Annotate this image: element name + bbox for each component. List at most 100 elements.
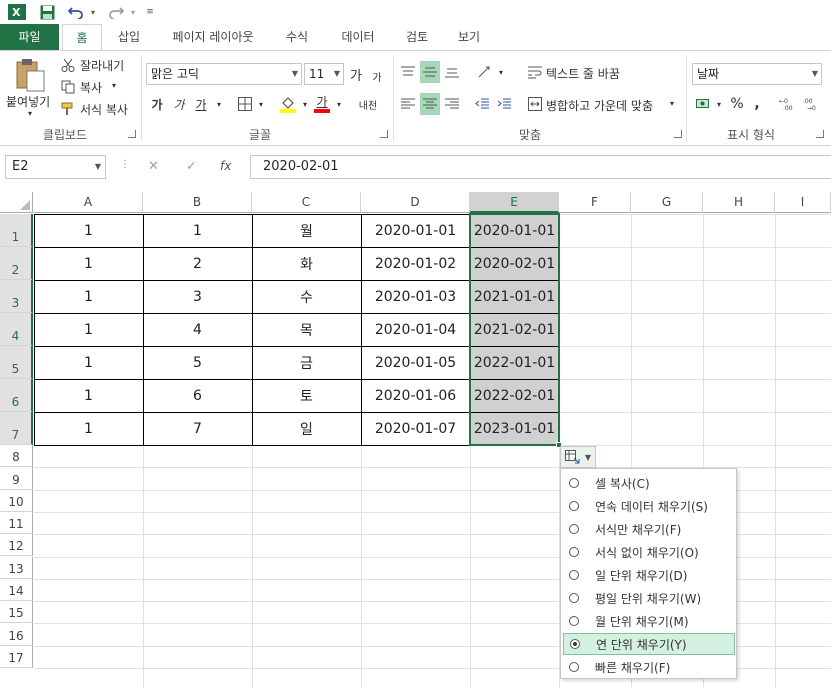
autofill-options-button[interactable]: ▼ (560, 446, 596, 468)
cell-d5[interactable]: 2020-01-05 (361, 346, 470, 379)
cell-b5[interactable]: 5 (143, 346, 252, 379)
cell-b6[interactable]: 6 (143, 379, 252, 412)
save-icon[interactable] (38, 2, 56, 22)
autofill-option[interactable]: 평일 단위 채우기(W) (563, 587, 735, 609)
autofill-option[interactable]: 빠른 채우기(F) (563, 656, 735, 678)
cancel-icon[interactable]: ✕ (148, 159, 159, 174)
column-header-d[interactable]: D (361, 192, 470, 213)
row-header-14[interactable]: 14 (0, 578, 33, 602)
italic-icon[interactable]: 가 (172, 93, 186, 115)
autofill-option[interactable]: 셀 복사(C) (563, 472, 735, 494)
cell-b7[interactable]: 7 (143, 412, 252, 445)
fill-color-icon[interactable] (278, 93, 298, 115)
accounting-dropdown-icon[interactable]: ▾ (714, 95, 724, 113)
autofill-option[interactable]: 서식 없이 채우기(O) (563, 541, 735, 563)
row-header-9[interactable]: 9 (0, 467, 33, 490)
paste-dropdown-icon[interactable]: ▾ (28, 109, 32, 118)
format-painter-icon[interactable] (60, 101, 76, 117)
cell-b2[interactable]: 2 (143, 247, 252, 280)
cell-d6[interactable]: 2020-01-06 (361, 379, 470, 412)
cell-d7[interactable]: 2020-01-07 (361, 412, 470, 445)
name-box[interactable]: E2 ▼ (5, 155, 106, 179)
customize-qat-icon[interactable]: ≡ (144, 2, 156, 22)
accounting-format-icon[interactable] (694, 93, 714, 115)
increase-decimal-icon[interactable]: ←0.00 (778, 93, 798, 115)
wrap-text-icon[interactable] (526, 61, 544, 83)
bold-icon[interactable]: 가 (150, 93, 164, 115)
cell-a4[interactable]: 1 (34, 313, 143, 346)
cut-icon[interactable] (60, 57, 76, 73)
autofill-option[interactable]: 연 단위 채우기(Y) (563, 633, 735, 655)
fill-color-dropdown-icon[interactable]: ▾ (300, 95, 310, 113)
column-header-e[interactable]: E (470, 192, 559, 213)
row-header-7[interactable]: 7 (0, 412, 33, 445)
comma-icon[interactable]: , (750, 93, 764, 115)
cell-c6[interactable]: 토 (252, 379, 361, 412)
font-color-icon[interactable]: 가 (312, 91, 332, 111)
cell-b1[interactable]: 1 (143, 214, 252, 247)
font-launcher-icon[interactable] (380, 130, 388, 138)
cell-d4[interactable]: 2020-01-04 (361, 313, 470, 346)
cell-c1[interactable]: 월 (252, 214, 361, 247)
cell-d3[interactable]: 2020-01-03 (361, 280, 470, 313)
paste-icon[interactable] (12, 57, 48, 93)
tab-view[interactable]: 보기 (448, 24, 490, 50)
align-middle-icon[interactable] (420, 61, 440, 83)
format-painter-label[interactable]: 서식 복사 (80, 101, 128, 118)
row-header-2[interactable]: 2 (0, 247, 33, 280)
align-left-icon[interactable] (398, 93, 418, 115)
row-header-15[interactable]: 15 (0, 601, 33, 624)
orientation-dropdown-icon[interactable]: ▾ (496, 63, 506, 81)
row-header-12[interactable]: 12 (0, 534, 33, 557)
decrease-indent-icon[interactable] (472, 93, 492, 115)
autofill-option[interactable]: 일 단위 채우기(D) (563, 564, 735, 586)
alignment-launcher-icon[interactable] (674, 130, 682, 138)
row-header-3[interactable]: 3 (0, 280, 33, 313)
autofill-option[interactable]: 연속 데이터 채우기(S) (563, 495, 735, 517)
column-header-g[interactable]: G (631, 192, 703, 213)
cell-b4[interactable]: 4 (143, 313, 252, 346)
column-header-b[interactable]: B (143, 192, 252, 213)
autofill-option[interactable]: 서식만 채우기(F) (563, 518, 735, 540)
column-header-h[interactable]: H (703, 192, 775, 213)
column-header-f[interactable]: F (559, 192, 631, 213)
row-header-8[interactable]: 8 (0, 445, 33, 468)
merge-center-icon[interactable] (526, 93, 544, 115)
number-launcher-icon[interactable] (816, 130, 824, 138)
enter-icon[interactable]: ✓ (186, 159, 197, 174)
cell-a1[interactable]: 1 (34, 214, 143, 247)
cell-a5[interactable]: 1 (34, 346, 143, 379)
increase-indent-icon[interactable] (494, 93, 514, 115)
cell-c4[interactable]: 목 (252, 313, 361, 346)
cell-a2[interactable]: 1 (34, 247, 143, 280)
align-bottom-icon[interactable] (442, 61, 462, 83)
tab-page-layout[interactable]: 페이지 레이아웃 (160, 24, 266, 50)
font-name-combo[interactable]: 맑은 고딕 ▼ (146, 63, 302, 85)
font-color-dropdown-icon[interactable]: ▾ (334, 95, 344, 113)
tab-insert[interactable]: 삽입 (108, 24, 150, 50)
cell-a7[interactable]: 1 (34, 412, 143, 445)
tab-formulas[interactable]: 수식 (276, 24, 318, 50)
cell-a3[interactable]: 1 (34, 280, 143, 313)
borders-dropdown-icon[interactable]: ▾ (256, 95, 266, 113)
row-header-10[interactable]: 10 (0, 489, 33, 512)
insert-function-icon[interactable]: fx (220, 159, 231, 173)
cut-label[interactable]: 잘라내기 (80, 57, 124, 74)
number-format-combo[interactable]: 날짜 ▼ (692, 63, 822, 85)
copy-dropdown-icon[interactable]: ▾ (112, 81, 116, 90)
row-header-5[interactable]: 5 (0, 346, 33, 379)
cell-d2[interactable]: 2020-01-02 (361, 247, 470, 280)
borders-icon[interactable] (236, 93, 254, 115)
cell-d1[interactable]: 2020-01-01 (361, 214, 470, 247)
row-header-1[interactable]: 1 (0, 214, 33, 247)
tab-data[interactable]: 데이터 (330, 24, 386, 50)
percent-icon[interactable]: % (728, 93, 746, 115)
cell-c2[interactable]: 화 (252, 247, 361, 280)
cell-c7[interactable]: 일 (252, 412, 361, 445)
shrink-font-icon[interactable]: 가 (370, 67, 384, 85)
paste-label[interactable]: 붙여넣기 (6, 93, 50, 110)
font-size-combo[interactable]: 11 ▼ (304, 63, 344, 85)
redo-dropdown-icon[interactable]: ▾ (128, 2, 138, 22)
formula-input[interactable]: 2020-02-01 (250, 155, 831, 179)
grow-font-icon[interactable]: 가 (348, 63, 364, 85)
